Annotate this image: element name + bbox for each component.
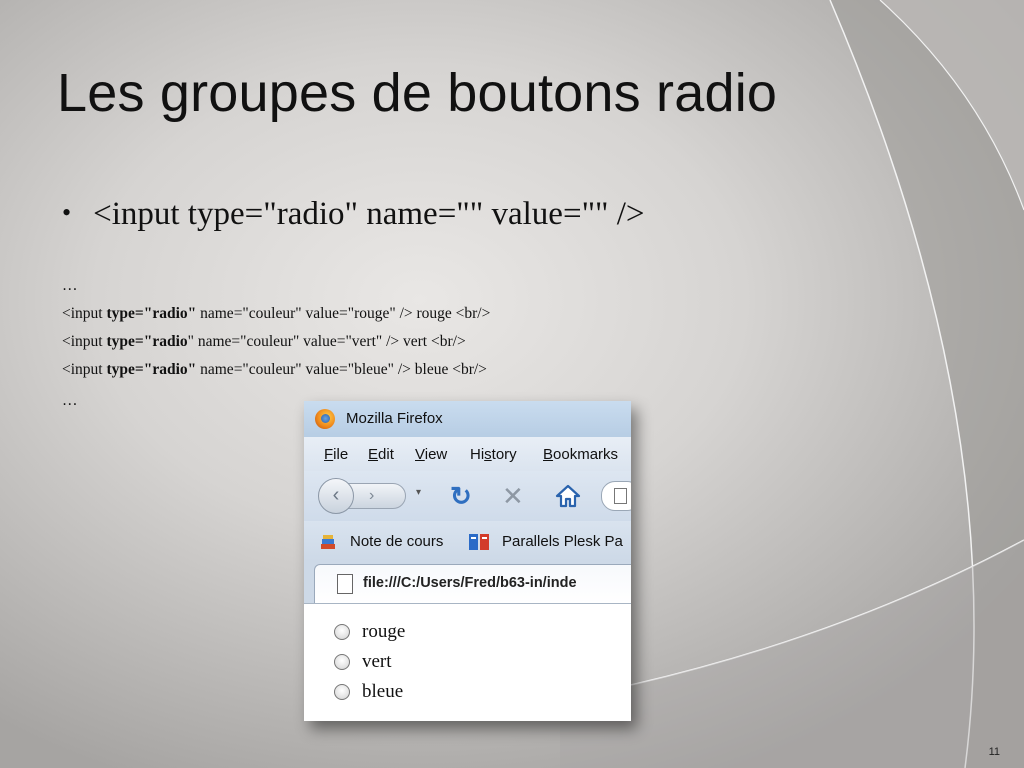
firefox-screenshot: Mozilla Firefox File Edit View History B… — [304, 401, 631, 721]
code-text: <input — [62, 333, 107, 350]
bookmarks-toolbar: Note de cours Parallels Plesk Pa — [304, 521, 631, 561]
bullet-text: <input type="radio" name="" value="" /> — [93, 196, 645, 232]
radio-vert[interactable] — [334, 654, 350, 670]
tab-address: file:///C:/Users/Fred/b63-in/inde — [363, 575, 577, 591]
bookmark-note-de-cours[interactable]: Note de cours — [350, 533, 443, 550]
tab-active[interactable]: file:///C:/Users/Fred/b63-in/inde — [314, 564, 631, 604]
navigation-toolbar: › ‹ ▾ ↻ ✕ — [304, 471, 631, 521]
menu-bar: File Edit View History Bookmarks — [304, 437, 631, 471]
history-dropdown-icon[interactable]: ▾ — [416, 487, 421, 498]
menu-view[interactable]: View — [415, 446, 447, 463]
menu-file[interactable]: File — [324, 446, 348, 463]
tab-bar: file:///C:/Users/Fred/b63-in/inde — [304, 561, 631, 604]
code-line: <input type="radio" name="couleur" value… — [62, 305, 490, 323]
code-bold-text: type="radio" — [106, 361, 197, 378]
page-content: rouge vert bleue — [304, 603, 631, 721]
code-ellipsis-top: … — [62, 277, 78, 294]
code-bold-text: type="radio — [106, 333, 188, 350]
back-button[interactable]: ‹ — [318, 478, 354, 514]
home-icon[interactable] — [554, 483, 582, 509]
window-title: Mozilla Firefox — [346, 410, 443, 427]
window-titlebar: Mozilla Firefox — [304, 401, 631, 437]
radio-label-vert: vert — [362, 651, 392, 672]
bullet-item: • <input type="radio" name="" value="" /> — [62, 196, 645, 233]
code-text: " name="couleur" value="vert" /> vert <b… — [187, 333, 466, 350]
page-icon — [337, 574, 353, 594]
url-bar-partial[interactable] — [601, 481, 631, 511]
bullet-marker: • — [62, 198, 72, 227]
menu-bookmarks[interactable]: Bookmarks — [543, 446, 618, 463]
code-line: <input type="radio" name="couleur" value… — [62, 361, 487, 379]
code-ellipsis-bottom: … — [62, 392, 78, 409]
slide: Les groupes de boutons radio • <input typ… — [0, 0, 1024, 768]
code-text: <input — [62, 361, 107, 378]
bookmark-parallels-plesk[interactable]: Parallels Plesk Pa — [502, 533, 623, 550]
reload-button[interactable]: ↻ — [450, 481, 472, 512]
firefox-logo-icon — [315, 409, 335, 429]
radio-label-rouge: rouge — [362, 621, 406, 642]
stop-button[interactable]: ✕ — [502, 481, 524, 512]
menu-history[interactable]: History — [470, 446, 517, 463]
menu-edit[interactable]: Edit — [368, 446, 394, 463]
radio-bleue[interactable] — [334, 684, 350, 700]
code-text: name="couleur" value="rouge" /> rouge <b… — [196, 305, 491, 322]
slide-title: Les groupes de boutons radio — [57, 63, 778, 123]
code-line: <input type="radio" name="couleur" value… — [62, 333, 466, 351]
forward-button[interactable]: › — [348, 483, 406, 509]
code-bold-text: type="radio" — [106, 305, 197, 322]
page-icon — [614, 488, 627, 504]
radio-rouge[interactable] — [334, 624, 350, 640]
parallels-icon — [469, 534, 489, 550]
code-text: name="couleur" value="bleue" /> bleue <b… — [196, 361, 487, 378]
books-icon — [321, 535, 335, 549]
radio-label-bleue: bleue — [362, 681, 404, 702]
page-number: 11 — [988, 746, 1000, 758]
code-text: <input — [62, 305, 107, 322]
